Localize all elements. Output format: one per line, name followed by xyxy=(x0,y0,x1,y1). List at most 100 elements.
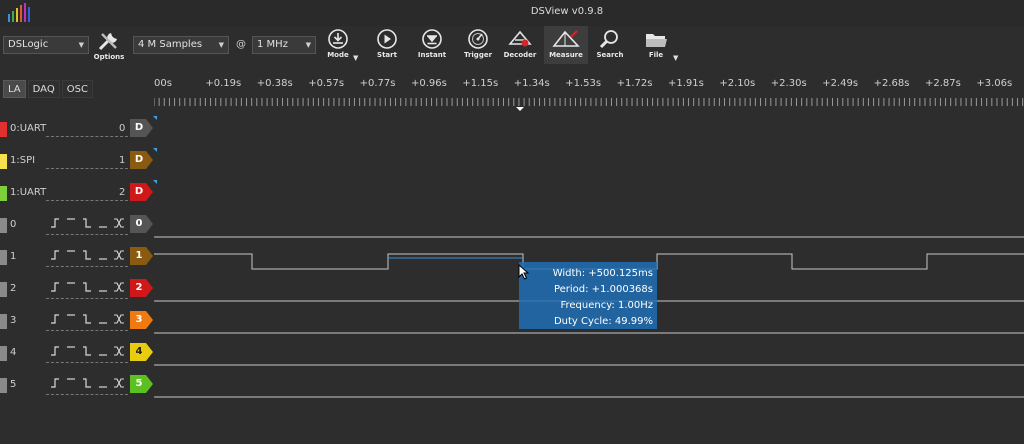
channel-color-swatch[interactable] xyxy=(0,378,7,393)
options-label: Options xyxy=(93,53,125,61)
channel-color-swatch[interactable] xyxy=(0,314,7,329)
channel-color-swatch[interactable] xyxy=(0,122,7,137)
decoder-divider xyxy=(46,136,128,137)
mode-tabs: LA DAQ OSC xyxy=(3,80,95,98)
decoder-label: Decoder xyxy=(503,51,537,59)
channel-row[interactable]: 0:UART 0 D xyxy=(0,116,157,148)
options-icon[interactable] xyxy=(96,30,122,52)
decoder-icon xyxy=(508,30,532,47)
trigger-type-icons[interactable] xyxy=(50,344,126,358)
tab-la[interactable]: LA xyxy=(3,80,26,98)
trigger-divider xyxy=(46,362,128,363)
measure-icon xyxy=(552,30,580,47)
channel-row[interactable]: 55 xyxy=(0,372,154,404)
channel-tag[interactable]: D xyxy=(130,151,154,169)
channel-name[interactable]: 2 xyxy=(10,283,16,294)
file-button[interactable]: File xyxy=(634,28,678,59)
mouse-cursor-icon xyxy=(518,264,530,280)
trigger-type-icons[interactable] xyxy=(50,312,126,326)
trigger-divider xyxy=(46,298,128,299)
window-title: DSView v0.9.8 xyxy=(530,6,604,17)
channel-color-swatch[interactable] xyxy=(0,346,7,361)
mode-icon xyxy=(328,29,348,49)
channel-row[interactable]: 44 xyxy=(0,340,154,372)
samples-select[interactable]: 4 M Samples ▼ xyxy=(133,36,229,54)
search-label: Search xyxy=(596,51,624,59)
trigger-type-icons[interactable] xyxy=(50,248,126,262)
search-button[interactable]: Search xyxy=(588,28,632,59)
decoder-channel-index: 0 xyxy=(119,123,126,134)
channel-tag[interactable]: 3 xyxy=(130,311,154,329)
channel-row[interactable]: 1:UART 2 D xyxy=(0,180,157,212)
channel-row[interactable]: 1:SPI 1 D xyxy=(0,148,157,180)
time-ruler[interactable]: 00s +0.19s +0.38s +0.57s +0.77s +0.96s +1.15s +… xyxy=(154,74,1024,114)
channel-color-swatch[interactable] xyxy=(0,218,7,233)
trigger-divider xyxy=(46,266,128,267)
channel-row[interactable]: 00 xyxy=(0,212,154,244)
chevron-down-icon: ▼ xyxy=(305,41,311,49)
device-select-value: DSLogic xyxy=(8,39,49,50)
decoder-channel-index: 2 xyxy=(119,187,126,198)
measure-label: Measure xyxy=(549,51,583,59)
decoder-channel-index: 1 xyxy=(119,155,126,166)
channel-tag-label: 2 xyxy=(135,282,143,293)
file-dropdown-icon[interactable]: ▼ xyxy=(673,54,678,62)
cursor-marker-icon xyxy=(516,107,524,111)
channel-name[interactable]: 5 xyxy=(10,379,16,390)
channel-tag[interactable]: D xyxy=(130,183,154,201)
channel-color-swatch[interactable] xyxy=(0,154,7,169)
trigger-type-icons[interactable] xyxy=(50,216,126,230)
mode-dropdown-icon[interactable]: ▼ xyxy=(353,54,358,62)
search-icon xyxy=(599,30,618,49)
instant-button[interactable]: Instant xyxy=(410,28,454,59)
trigger-divider xyxy=(46,394,128,395)
channel-row[interactable]: 22 xyxy=(0,276,154,308)
samples-select-value: 4 M Samples xyxy=(138,39,203,50)
channel-row[interactable]: 11 xyxy=(0,244,154,276)
channel-tag[interactable]: 0 xyxy=(130,215,154,233)
channel-tag-label: D xyxy=(134,186,144,197)
channel-tag[interactable]: 2 xyxy=(130,279,154,297)
channel-tag[interactable]: 1 xyxy=(130,247,154,265)
instant-label: Instant xyxy=(417,51,447,59)
channel-row[interactable]: 33 xyxy=(0,308,154,340)
start-label: Start xyxy=(377,51,397,59)
samplerate-select[interactable]: 1 MHz ▼ xyxy=(252,36,316,54)
trigger-type-icons[interactable] xyxy=(50,376,126,390)
samplerate-select-value: 1 MHz xyxy=(257,39,288,50)
tab-daq[interactable]: DAQ xyxy=(27,80,60,98)
channel-tag-label: 4 xyxy=(135,346,143,357)
device-select[interactable]: DSLogic ▼ xyxy=(3,36,89,54)
channel-color-swatch[interactable] xyxy=(0,250,7,265)
channel-name[interactable]: 1:UART xyxy=(10,187,46,198)
trigger-button[interactable]: Trigger xyxy=(456,28,500,59)
trigger-icon xyxy=(468,29,488,49)
channel-color-swatch[interactable] xyxy=(0,282,7,297)
channel-name[interactable]: 0 xyxy=(10,219,16,230)
decoder-divider xyxy=(46,200,128,201)
channel-tag[interactable]: D xyxy=(130,119,154,137)
decoder-divider xyxy=(46,168,128,169)
toolbar: DSLogic ▼ Options 4 M Samples ▼ @ 1 MHz … xyxy=(0,26,1024,66)
channel-name[interactable]: 3 xyxy=(10,315,16,326)
title-bar: DSView v0.9.8 xyxy=(0,0,1024,26)
start-button[interactable]: Start xyxy=(365,28,409,59)
measurement-panel: Width: +500.125ms Period: +1.000368s Fre… xyxy=(519,262,657,329)
channel-tag[interactable]: 4 xyxy=(130,343,154,361)
channel-tag-label: D xyxy=(134,154,144,165)
channel-name[interactable]: 4 xyxy=(10,347,16,358)
measure-duty-cycle: Duty Cycle: 49.99% xyxy=(553,316,653,327)
decoder-button[interactable]: Decoder xyxy=(498,28,542,59)
channel-tag[interactable]: 5 xyxy=(130,375,154,393)
file-label: File xyxy=(648,51,664,59)
instant-icon xyxy=(422,29,442,49)
trigger-label: Trigger xyxy=(463,51,493,59)
folder-icon xyxy=(646,34,667,47)
tab-osc[interactable]: OSC xyxy=(61,80,93,98)
measure-button[interactable]: Measure xyxy=(544,26,588,64)
channel-name[interactable]: 0:UART xyxy=(10,123,46,134)
channel-name[interactable]: 1:SPI xyxy=(10,155,35,166)
channel-color-swatch[interactable] xyxy=(0,186,7,201)
channel-name[interactable]: 1 xyxy=(10,251,16,262)
trigger-type-icons[interactable] xyxy=(50,280,126,294)
